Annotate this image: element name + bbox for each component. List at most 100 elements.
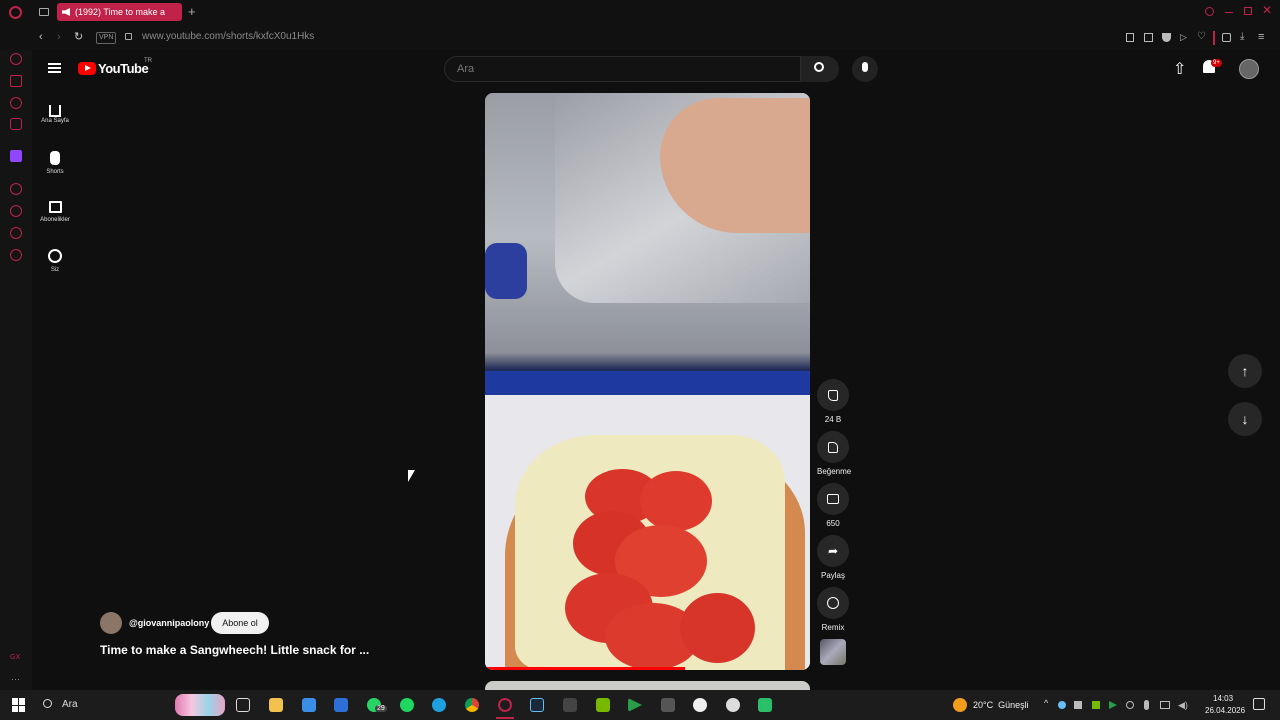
player-icon[interactable]	[10, 183, 22, 195]
calculator-icon[interactable]	[563, 698, 577, 712]
taskbar-search[interactable]: Ara	[36, 694, 226, 716]
notification-center-icon[interactable]	[1253, 698, 1265, 710]
forward-icon[interactable]: ›	[57, 31, 61, 43]
download-icon[interactable]: ⤓	[1240, 31, 1244, 42]
tomato-2	[640, 471, 712, 531]
nav-shorts-label: Shorts	[46, 169, 64, 175]
file-explorer-icon[interactable]	[269, 698, 283, 712]
aria-icon[interactable]	[10, 53, 22, 65]
volume-tray-icon[interactable]: ◀)	[1178, 700, 1188, 711]
separator	[1213, 31, 1215, 45]
speaker-icon[interactable]	[62, 8, 70, 16]
like-action[interactable]: 24 B	[817, 379, 849, 424]
spotify-icon[interactable]	[400, 698, 414, 712]
mail-icon[interactable]	[334, 698, 348, 712]
progress-bar[interactable]	[485, 667, 685, 670]
windows-start-icon[interactable]	[12, 698, 26, 712]
back-icon[interactable]: ‹	[39, 31, 43, 43]
search-input[interactable]: Ara	[444, 56, 801, 82]
maximize-button[interactable]	[1244, 7, 1252, 15]
settings-tray-icon[interactable]	[1126, 701, 1134, 709]
vpn-badge[interactable]: VPN	[96, 32, 117, 44]
settings-icon[interactable]	[10, 249, 22, 261]
shorts-video-player[interactable]	[485, 93, 810, 670]
green-app-icon[interactable]	[758, 698, 772, 712]
comment-count: 650	[826, 519, 840, 528]
previous-short-button[interactable]: ↑	[1228, 354, 1262, 388]
gx-icon[interactable]: GX	[10, 654, 20, 661]
wallet-icon[interactable]	[1222, 33, 1231, 42]
next-short-button[interactable]: ↓	[1228, 402, 1262, 436]
mic-tray-icon[interactable]	[1144, 700, 1149, 710]
nvidia-icon[interactable]	[596, 698, 610, 712]
nav-you[interactable]: Siz	[32, 249, 78, 273]
hamburger-menu-icon[interactable]	[48, 63, 61, 73]
speed-dial-icon[interactable]	[10, 75, 22, 87]
play-icon[interactable]: ▷	[1180, 32, 1187, 43]
shield-icon[interactable]	[1162, 33, 1171, 42]
media-player-icon[interactable]	[628, 698, 642, 712]
youtube-region: TR	[144, 58, 152, 64]
avatar[interactable]	[1239, 59, 1259, 79]
subscribe-button[interactable]: Abone ol	[211, 612, 269, 634]
minimize-button[interactable]	[1225, 12, 1233, 13]
url-field[interactable]: www.youtube.com/shorts/kxfcX0u1Hks	[142, 31, 314, 42]
network-tray-icon[interactable]	[1160, 701, 1170, 709]
new-tab-button[interactable]: +	[188, 4, 196, 19]
snapshot-icon[interactable]	[1144, 33, 1153, 42]
task-view-icon[interactable]	[236, 698, 250, 712]
clock-time[interactable]: 14:03	[1213, 694, 1233, 703]
opera-logo-icon[interactable]	[9, 6, 22, 19]
sound-thumbnail[interactable]	[820, 639, 846, 665]
obs-icon[interactable]	[693, 698, 707, 712]
messenger-icon[interactable]	[10, 97, 22, 109]
chrome-icon[interactable]	[465, 698, 479, 712]
share-action[interactable]: ➦ Paylaş	[817, 535, 849, 580]
notification-badge: 9+	[1211, 59, 1222, 67]
upload-icon[interactable]: ⇧	[1173, 59, 1186, 79]
opera-gx-icon[interactable]	[498, 698, 512, 712]
store-icon[interactable]	[302, 698, 316, 712]
nav-subscriptions[interactable]: Abonelikler	[32, 201, 78, 223]
address-bar-tools: ▷ ♡ ⤓ ≡	[1124, 31, 1274, 45]
steam-icon[interactable]	[530, 698, 544, 712]
channel-handle[interactable]: @giovannipaolony	[129, 618, 209, 628]
clock-date[interactable]: 26.04.2026	[1205, 706, 1245, 715]
search-button[interactable]	[801, 56, 839, 82]
edge-icon[interactable]	[432, 698, 446, 712]
twitch-icon[interactable]	[10, 150, 22, 162]
voice-search-button[interactable]	[852, 56, 878, 82]
channel-avatar[interactable]	[100, 612, 122, 634]
dislike-action[interactable]: Beğenme	[817, 431, 851, 476]
nav-shorts[interactable]: Shorts	[32, 151, 78, 175]
tray-chevron-icon[interactable]: ^	[1044, 698, 1048, 708]
app-icon[interactable]	[726, 698, 740, 712]
heart-icon[interactable]: ♡	[1197, 31, 1206, 42]
opera-active-indicator	[496, 717, 514, 719]
instagram-icon[interactable]	[10, 118, 22, 130]
remix-action[interactable]: Remix	[817, 587, 849, 632]
close-window-button[interactable]: ✕	[1262, 3, 1272, 17]
tab-active[interactable]: (1992) Time to make a	[57, 3, 182, 21]
subscriptions-icon	[48, 201, 62, 213]
mouse-cursor	[408, 470, 415, 482]
weather-text[interactable]: 20°C Güneşli	[973, 700, 1029, 710]
share-icon: ➦	[817, 535, 849, 567]
tab-switcher-icon[interactable]	[39, 8, 49, 16]
menu-icon[interactable]: ≡	[1258, 31, 1264, 43]
comments-action[interactable]: 650	[817, 483, 849, 528]
search-tabs-icon[interactable]	[1205, 7, 1214, 16]
extensions-icon[interactable]	[10, 227, 22, 239]
video-title[interactable]: Time to make a Sangwheech! Little snack …	[100, 643, 369, 657]
history-icon[interactable]	[10, 205, 22, 217]
app-tray-icon[interactable]	[1074, 701, 1082, 709]
pin-icon[interactable]	[1126, 33, 1134, 42]
nav-home[interactable]: Ana Sayfa	[32, 102, 78, 124]
steam-tray-icon[interactable]	[1058, 701, 1066, 709]
reload-icon[interactable]: ↻	[74, 30, 83, 43]
nvidia-tray-icon[interactable]	[1092, 701, 1100, 709]
more-icon[interactable]: ···	[11, 674, 20, 684]
epic-games-icon[interactable]	[661, 698, 675, 712]
play-tray-icon[interactable]	[1109, 701, 1117, 709]
whatsapp-badge: 29	[375, 705, 387, 712]
